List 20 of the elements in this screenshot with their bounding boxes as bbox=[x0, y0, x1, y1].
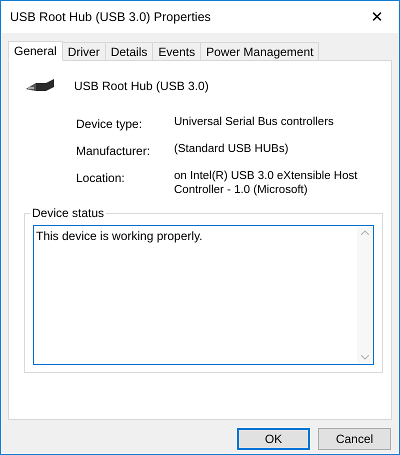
status-text-box[interactable]: This device is working properly. bbox=[33, 225, 374, 365]
ok-button[interactable]: OK bbox=[237, 428, 310, 450]
property-label: Location: bbox=[76, 170, 126, 187]
property-label: Device type: bbox=[76, 116, 144, 133]
device-name: USB Root Hub (USB 3.0) bbox=[74, 78, 209, 95]
tab[interactable]: Power Management bbox=[200, 42, 320, 60]
usb-plug-icon bbox=[24, 78, 56, 94]
window-title: USB Root Hub (USB 3.0) Properties bbox=[10, 8, 211, 26]
property-value: on Intel(R) USB 3.0 eXtensible Host Controller - 1.0 (Microsoft) bbox=[174, 169, 358, 197]
scroll-up-icon[interactable] bbox=[361, 230, 369, 235]
close-button[interactable]: ✕ bbox=[355, 1, 399, 33]
status-text: This device is working properly. bbox=[35, 228, 204, 245]
scroll-down-icon[interactable] bbox=[361, 355, 369, 360]
property-label: Manufacturer: bbox=[76, 143, 152, 160]
tab[interactable]: General bbox=[8, 41, 63, 61]
scrollbar[interactable] bbox=[357, 226, 373, 364]
property-value: Universal Serial Bus controllers bbox=[174, 115, 335, 130]
property-value: (Standard USB HUBs) bbox=[174, 142, 290, 157]
group-title: Device status bbox=[30, 206, 106, 220]
cancel-button[interactable]: Cancel bbox=[318, 428, 391, 450]
